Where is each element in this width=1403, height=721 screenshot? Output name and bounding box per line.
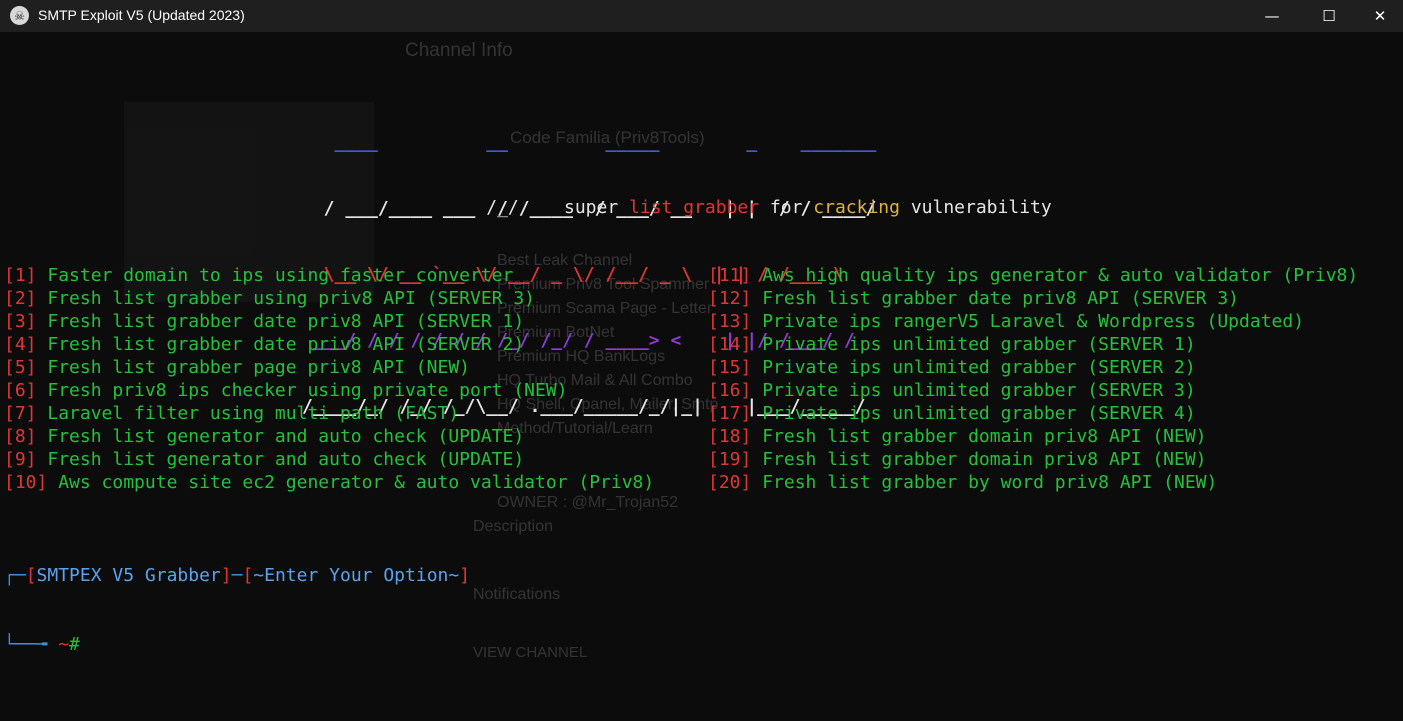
- option-label: Fresh list grabber date priv8 API (SERVE…: [751, 288, 1240, 309]
- option-number: [5]: [4, 357, 37, 378]
- option-number: [13]: [708, 311, 752, 332]
- option-number: [12]: [708, 288, 752, 309]
- option-number: [20]: [708, 472, 752, 493]
- option-label: Fresh list grabber page priv8 API (NEW): [36, 357, 470, 378]
- menu-option[interactable]: [9] Fresh list generator and auto check …: [4, 448, 654, 471]
- terminal-output[interactable]: Channel Info Code Familia (Priv8Tools) B…: [0, 32, 1403, 721]
- window-titlebar: ☠ SMTP Exploit V5 (Updated 2023) — ☐ ✕: [0, 0, 1403, 32]
- tagline-word: for: [769, 197, 814, 218]
- menu-option[interactable]: [20] Fresh list grabber by word priv8 AP…: [708, 471, 1358, 494]
- menu-option[interactable]: [7] Laravel filter using multi path (FAS…: [4, 402, 654, 425]
- option-label: Private ips unlimited grabber (SERVER 4): [751, 403, 1196, 424]
- menu-option[interactable]: [15] Private ips unlimited grabber (SERV…: [708, 356, 1358, 379]
- option-label: Fresh list grabber date priv8 API (SERVE…: [36, 334, 525, 355]
- option-number: [2]: [4, 288, 37, 309]
- menu-option[interactable]: [6] Fresh priv8 ips checker using privat…: [4, 379, 654, 402]
- prompt-hash[interactable]: #: [69, 634, 80, 655]
- menu-column-left: [1] Faster domain to ips using faster co…: [4, 264, 654, 494]
- option-label: Private ips unlimited grabber (SERVER 1): [751, 334, 1196, 355]
- option-label: Fresh list grabber domain priv8 API (NEW…: [751, 449, 1207, 470]
- option-label: Aws compute site ec2 generator & auto va…: [47, 472, 655, 493]
- background-notifications: Notifications: [473, 586, 561, 603]
- menu-option[interactable]: [3] Fresh list grabber date priv8 API (S…: [4, 310, 654, 333]
- prompt-bracket: ]: [459, 565, 471, 586]
- prompt-corner: └──╼: [4, 634, 59, 655]
- option-label: Faster domain to ips using faster conver…: [36, 265, 514, 286]
- menu-option[interactable]: [10] Aws compute site ec2 generator & au…: [4, 471, 654, 494]
- banner-line: ____ __ _____ _ _______: [302, 132, 877, 153]
- option-label: Fresh priv8 ips checker using private po…: [36, 380, 568, 401]
- option-label: Fresh list grabber domain priv8 API (NEW…: [751, 426, 1207, 447]
- command-prompt[interactable]: ┌─[SMTPEX V5 Grabber]─[~Enter Your Optio…: [4, 518, 470, 702]
- option-number: [18]: [708, 426, 752, 447]
- option-number: [9]: [4, 449, 37, 470]
- background-view-channel: VIEW CHANNEL: [473, 644, 588, 661]
- option-number: [16]: [708, 380, 752, 401]
- prompt-cwd: ~: [58, 634, 70, 655]
- option-number: [10]: [4, 472, 48, 493]
- prompt-app-label: SMTPEX V5 Grabber: [36, 565, 221, 586]
- option-number: [7]: [4, 403, 37, 424]
- prompt-bracket: [: [242, 565, 254, 586]
- option-label: Private ips rangerV5 Laravel & Wordpress…: [751, 311, 1305, 332]
- option-number: [11]: [708, 265, 752, 286]
- menu-option[interactable]: [5] Fresh list grabber page priv8 API (N…: [4, 356, 654, 379]
- prompt-corner: ┌─: [4, 565, 26, 586]
- prompt-bracket: ]: [220, 565, 232, 586]
- tagline-word: vulnerability: [910, 197, 1052, 218]
- option-number: [15]: [708, 357, 752, 378]
- close-button[interactable]: ✕: [1357, 0, 1403, 32]
- tagline: /_/super list grabber for cracking vulne…: [486, 197, 1052, 219]
- prompt-dash: ─: [231, 565, 243, 586]
- option-label: Fresh list generator and auto check (UPD…: [36, 449, 525, 470]
- tagline-word: list grabber: [629, 197, 770, 218]
- skull-icon: ☠: [10, 6, 29, 25]
- banner-line: /_/: [302, 197, 519, 218]
- option-number: [17]: [708, 403, 752, 424]
- option-label: Fresh list grabber date priv8 API (SERVE…: [36, 311, 525, 332]
- tagline-word: super: [564, 197, 630, 218]
- menu-option[interactable]: [2] Fresh list grabber using priv8 API (…: [4, 287, 654, 310]
- option-number: [14]: [708, 334, 752, 355]
- option-number: [1]: [4, 265, 37, 286]
- prompt-line-2: └──╼ ~#: [4, 633, 470, 656]
- prompt-instruction: ~Enter Your Option~: [253, 565, 460, 586]
- menu-option[interactable]: [19] Fresh list grabber domain priv8 API…: [708, 448, 1358, 471]
- menu-option[interactable]: [18] Fresh list grabber domain priv8 API…: [708, 425, 1358, 448]
- menu-option[interactable]: [1] Faster domain to ips using faster co…: [4, 264, 654, 287]
- menu-option[interactable]: [14] Private ips unlimited grabber (SERV…: [708, 333, 1358, 356]
- background-owner: OWNER : @Mr_Trojan52: [497, 494, 679, 511]
- window-title: SMTP Exploit V5 (Updated 2023): [38, 7, 245, 23]
- option-label: Fresh list generator and auto check (UPD…: [36, 426, 525, 447]
- option-label: Private ips unlimited grabber (SERVER 2): [751, 357, 1196, 378]
- menu-option[interactable]: [11] Aws high quality ips generator & au…: [708, 264, 1358, 287]
- menu-option[interactable]: [8] Fresh list generator and auto check …: [4, 425, 654, 448]
- menu-option[interactable]: [17] Private ips unlimited grabber (SERV…: [708, 402, 1358, 425]
- option-number: [3]: [4, 311, 37, 332]
- tagline-word: cracking: [813, 197, 911, 218]
- option-label: Fresh list grabber using priv8 API (SERV…: [36, 288, 536, 309]
- option-label: Fresh list grabber by word priv8 API (NE…: [751, 472, 1218, 493]
- menu-option[interactable]: [16] Private ips unlimited grabber (SERV…: [708, 379, 1358, 402]
- option-number: [6]: [4, 380, 37, 401]
- background-channel-info: Channel Info: [405, 40, 513, 61]
- minimize-button[interactable]: —: [1249, 0, 1295, 32]
- maximize-button[interactable]: ☐: [1306, 0, 1352, 32]
- prompt-line-1: ┌─[SMTPEX V5 Grabber]─[~Enter Your Optio…: [4, 564, 470, 587]
- menu-column-right: [11] Aws high quality ips generator & au…: [708, 264, 1358, 494]
- menu-option[interactable]: [4] Fresh list grabber date priv8 API (S…: [4, 333, 654, 356]
- background-description: Description: [473, 518, 554, 535]
- option-label: Aws high quality ips generator & auto va…: [751, 265, 1359, 286]
- option-label: Laravel filter using multi path (FAST): [36, 403, 460, 424]
- option-number: [8]: [4, 426, 37, 447]
- menu-option[interactable]: [12] Fresh list grabber date priv8 API (…: [708, 287, 1358, 310]
- option-number: [4]: [4, 334, 37, 355]
- option-label: Private ips unlimited grabber (SERVER 3): [751, 380, 1196, 401]
- option-number: [19]: [708, 449, 752, 470]
- prompt-bracket: [: [25, 565, 37, 586]
- menu-option[interactable]: [13] Private ips rangerV5 Laravel & Word…: [708, 310, 1358, 333]
